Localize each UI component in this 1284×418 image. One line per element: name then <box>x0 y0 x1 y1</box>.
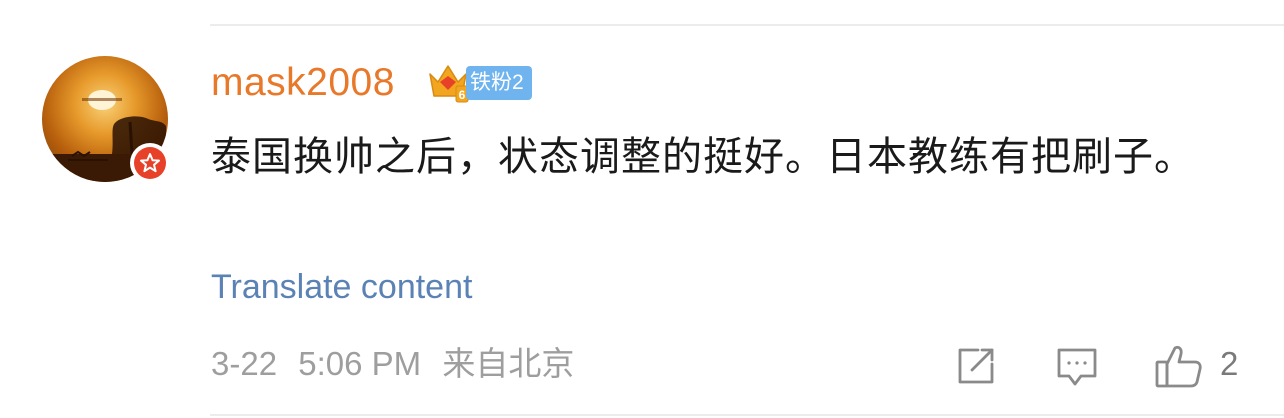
comment-time: 5:06 PM <box>298 345 422 382</box>
fan-badge: 铁粉2 <box>466 66 532 100</box>
divider <box>210 24 1284 26</box>
crown-icon: 6 <box>426 60 470 104</box>
thumbs-up-icon[interactable] <box>1155 344 1202 388</box>
comment-date: 3-22 <box>211 345 278 382</box>
comment-meta: 3-22 5:06 PM 来自北京 <box>211 343 586 385</box>
verified-star-icon <box>134 147 166 179</box>
translate-content-link[interactable]: Translate content <box>211 266 472 308</box>
like-count: 2 <box>1220 345 1239 382</box>
crown-level: 6 <box>459 88 466 102</box>
divider <box>210 414 1284 416</box>
comment-location: 来自北京 <box>442 345 575 382</box>
repost-icon[interactable] <box>954 344 998 388</box>
comment-card: mask2008 6 铁粉2 泰国换帅之后，状态调整的挺好。日本教练有把刷子。 … <box>0 0 1284 418</box>
verified-badge <box>130 143 170 183</box>
comment-icon[interactable] <box>1055 344 1099 388</box>
username[interactable]: mask2008 <box>211 60 395 106</box>
comment-text: 泰国换帅之后，状态调整的挺好。日本教练有把刷子。 <box>211 135 1195 179</box>
